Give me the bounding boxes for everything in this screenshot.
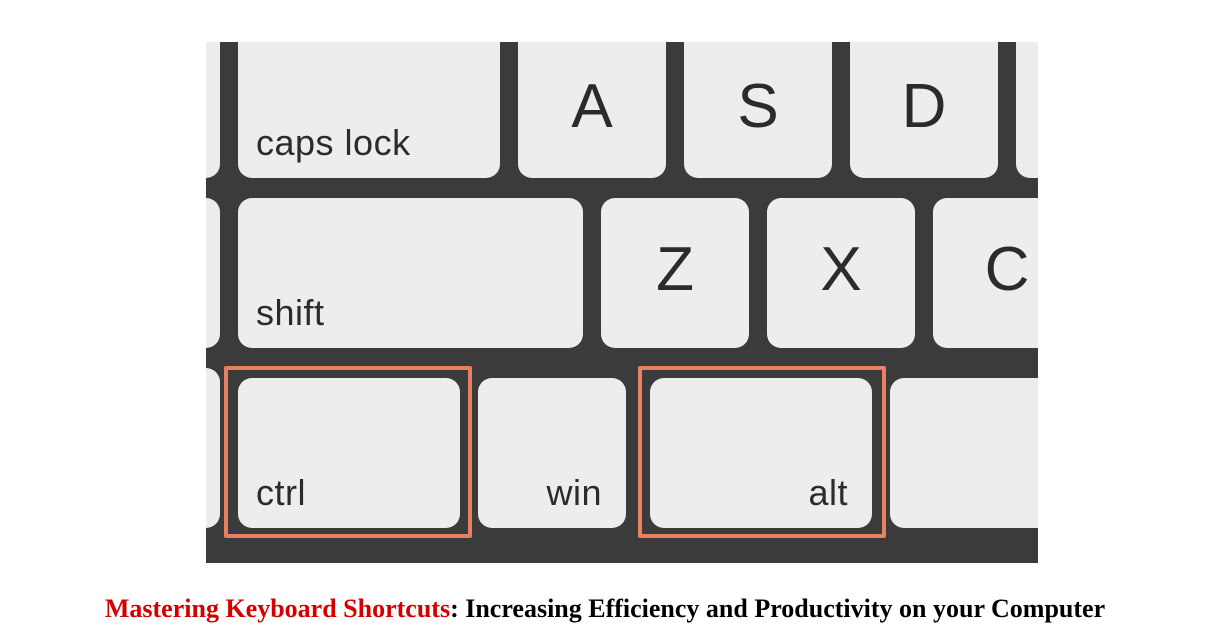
- key-alt: alt: [650, 378, 872, 528]
- key-label: ctrl: [256, 472, 306, 514]
- key-x: X: [767, 198, 915, 348]
- key-ctrl: ctrl: [238, 378, 460, 528]
- key-caps-lock: caps lock: [238, 42, 500, 178]
- keyboard-illustration: caps lock A S D shift Z X C ctrl: [206, 42, 1038, 563]
- key-label: Z: [601, 234, 749, 305]
- key-s: S: [684, 42, 832, 178]
- key-label: C: [933, 234, 1038, 305]
- key-partial-row1-right: [1016, 42, 1038, 178]
- key-label: win: [546, 472, 602, 514]
- caption-rest: : Increasing Efficiency and Productivity…: [450, 594, 1105, 623]
- key-z: Z: [601, 198, 749, 348]
- figure-caption: Mastering Keyboard Shortcuts: Increasing…: [0, 594, 1210, 624]
- key-label: alt: [808, 472, 848, 514]
- figure-stage: caps lock A S D shift Z X C ctrl: [0, 0, 1210, 642]
- key-label: S: [684, 71, 832, 142]
- key-label: shift: [256, 292, 325, 334]
- key-win: win: [478, 378, 626, 528]
- key-partial-mid-left: [206, 198, 220, 348]
- key-d: D: [850, 42, 998, 178]
- key-label: D: [850, 71, 998, 142]
- key-partial-row3-right: [890, 378, 1038, 528]
- key-label: A: [518, 71, 666, 142]
- caption-highlight: Mastering Keyboard Shortcuts: [105, 594, 450, 623]
- key-label: X: [767, 234, 915, 305]
- key-a: A: [518, 42, 666, 178]
- key-shift: shift: [238, 198, 583, 348]
- key-c: C: [933, 198, 1038, 348]
- key-label: caps lock: [256, 122, 411, 164]
- key-partial-bottom-left: [206, 368, 220, 528]
- key-partial-top-left: [206, 42, 220, 178]
